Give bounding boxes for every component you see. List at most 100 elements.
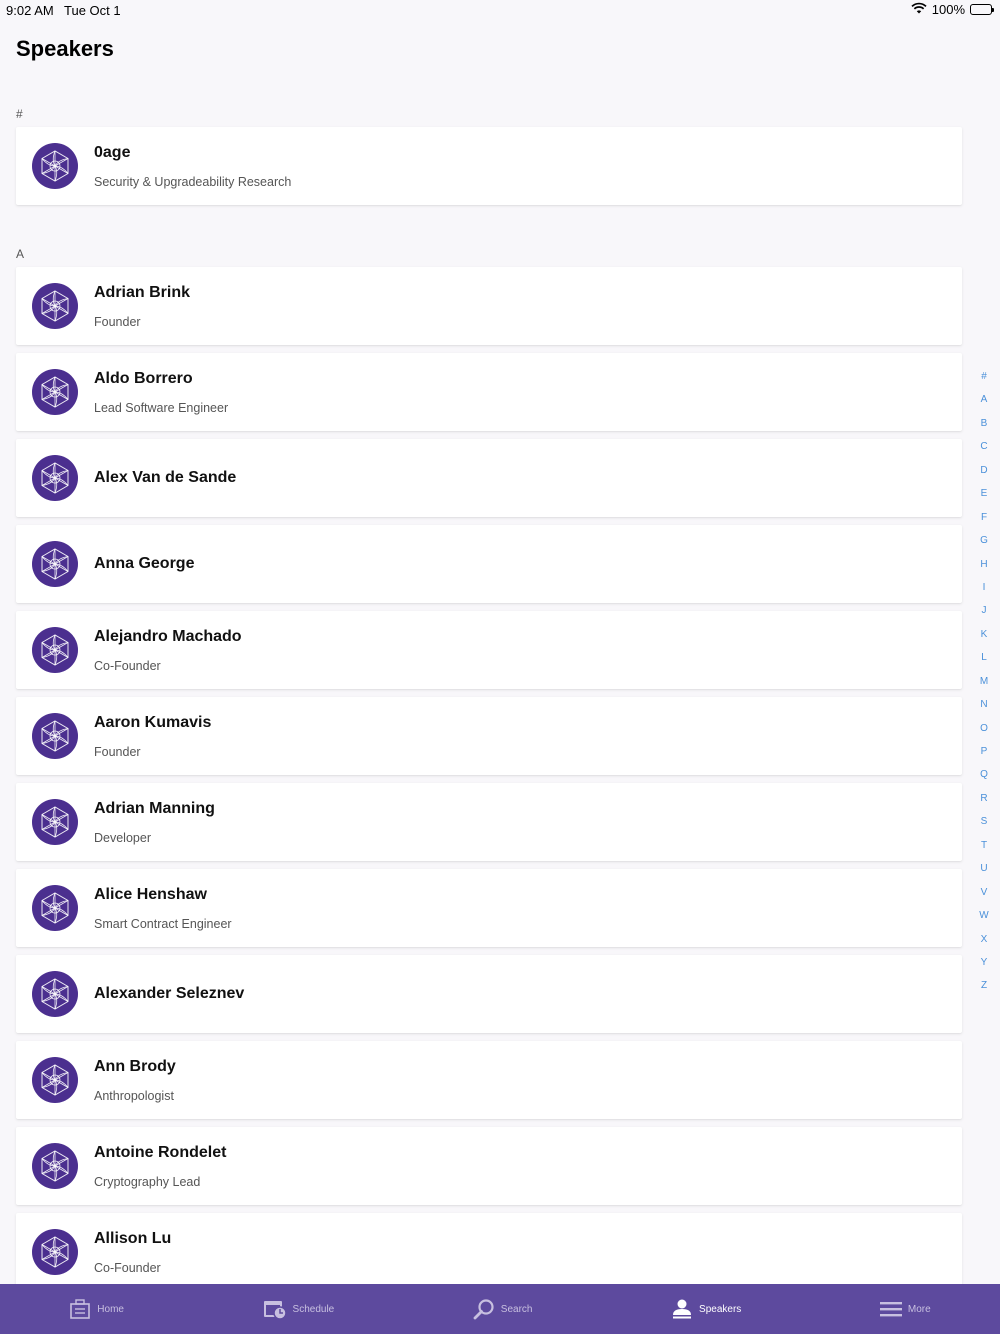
index-letter[interactable]: R [980,791,987,814]
index-letter[interactable]: U [980,861,987,884]
speaker-role: Cryptography Lead [94,1175,201,1189]
speaker-card[interactable]: 0age Security & Upgradeability Research [16,127,962,205]
index-letter[interactable]: O [980,721,988,744]
index-letter[interactable]: M [980,674,988,697]
speaker-card[interactable]: Alexander Seleznev [16,955,962,1033]
index-letter[interactable]: C [980,439,987,462]
speaker-avatar-icon [32,627,78,673]
tab-bar: Home Schedule Search Speakers More [0,1284,1000,1334]
speaker-avatar-icon [32,1057,78,1103]
speaker-name: Adrian Brink [94,284,191,301]
speaker-name: 0age [94,144,131,161]
speaker-name: Alexander Seleznev [94,985,245,1002]
index-letter[interactable]: Y [981,955,988,978]
tab-speakers[interactable]: Speakers [671,1298,741,1320]
index-letter[interactable]: W [979,908,988,931]
speaker-card[interactable]: Alice Henshaw Smart Contract Engineer [16,869,962,947]
speaker-avatar-icon [32,455,78,501]
speaker-role: Co-Founder [94,1261,161,1275]
tab-label: More [907,1303,931,1315]
menu-icon [879,1301,902,1317]
speaker-name: Adrian Manning [94,800,215,817]
section-header: # [16,107,23,121]
speaker-card[interactable]: Adrian Manning Developer [16,783,962,861]
speaker-avatar-icon [32,1143,78,1189]
index-letter[interactable]: T [981,838,987,861]
speaker-role: Anthropologist [94,1089,174,1103]
index-letter[interactable]: B [981,416,988,439]
speaker-card[interactable]: Adrian Brink Founder [16,267,962,345]
home-icon [69,1299,91,1319]
speaker-card[interactable]: Aaron Kumavis Founder [16,697,962,775]
index-letter[interactable]: V [981,885,988,908]
speaker-avatar-icon [32,885,78,931]
index-letter[interactable]: N [980,697,987,720]
index-letter[interactable]: G [980,533,988,556]
speaker-name: Alejandro Machado [94,628,242,645]
index-letter[interactable]: Z [981,978,987,1001]
page-title: Speakers [16,36,114,61]
alphabet-index[interactable]: # A B C D E F G H I J K L M N O P Q R S … [978,369,990,1002]
speaker-role: Smart Contract Engineer [94,917,232,931]
schedule-icon [263,1298,287,1320]
speaker-role: Founder [94,745,141,759]
speaker-name: Alex Van de Sande [94,469,237,486]
speaker-avatar-icon [32,1229,78,1275]
speaker-card[interactable]: Allison Lu Co-Founder [16,1213,962,1291]
speaker-role: Co-Founder [94,659,161,673]
speaker-card[interactable]: Alex Van de Sande [16,439,962,517]
index-letter[interactable]: X [981,932,988,955]
index-letter[interactable]: F [981,510,987,533]
speaker-name: Allison Lu [94,1230,172,1247]
speaker-name: Antoine Rondelet [94,1144,227,1161]
speaker-role: Developer [94,831,151,845]
index-letter[interactable]: A [981,392,988,415]
speaker-card[interactable]: Anna George [16,525,962,603]
speaker-name: Alice Henshaw [94,886,207,903]
tab-home[interactable]: Home [69,1299,124,1319]
status-bar: 9:02 AM Tue Oct 1 100% [0,0,1000,20]
index-letter[interactable]: D [980,463,987,486]
status-date: Tue Oct 1 [64,3,121,18]
index-letter[interactable]: L [981,650,987,673]
speaker-avatar-icon [32,283,78,329]
index-letter[interactable]: I [983,580,986,603]
speakers-icon [671,1298,693,1320]
speaker-name: Aldo Borrero [94,370,193,387]
speaker-role: Lead Software Engineer [94,401,229,415]
tab-search[interactable]: Search [473,1298,533,1320]
speaker-avatar-icon [32,713,78,759]
speaker-card[interactable]: Alejandro Machado Co-Founder [16,611,962,689]
index-letter[interactable]: H [980,557,987,580]
speaker-avatar-icon [32,143,78,189]
index-letter[interactable]: J [982,603,987,626]
index-letter[interactable]: # [981,369,987,392]
section-header: A [16,247,25,261]
index-letter[interactable]: K [981,627,988,650]
status-time: 9:02 AM [6,3,54,18]
tab-label: Home [97,1303,124,1315]
battery-percent: 100% [931,2,965,17]
tab-label: Search [500,1303,533,1315]
speaker-name: Aaron Kumavis [94,714,212,731]
tab-more[interactable]: More [879,1301,931,1317]
search-icon [473,1298,495,1320]
speaker-card[interactable]: Aldo Borrero Lead Software Engineer [16,353,962,431]
speaker-avatar-icon [32,971,78,1017]
speaker-card[interactable]: Ann Brody Anthropologist [16,1041,962,1119]
speaker-name: Ann Brody [94,1058,176,1075]
tab-label: Schedule [292,1303,335,1315]
speaker-role: Founder [94,315,141,329]
speaker-card[interactable]: Antoine Rondelet Cryptography Lead [16,1127,962,1205]
index-letter[interactable]: S [981,814,988,837]
index-letter[interactable]: P [981,744,988,767]
wifi-icon [911,2,927,17]
tab-schedule[interactable]: Schedule [263,1298,335,1320]
status-right: 100% [911,2,994,17]
battery-icon [970,4,994,15]
speaker-avatar-icon [32,369,78,415]
index-letter[interactable]: E [981,486,988,509]
tab-label: Speakers [699,1303,742,1315]
speaker-avatar-icon [32,541,78,587]
index-letter[interactable]: Q [980,767,988,790]
